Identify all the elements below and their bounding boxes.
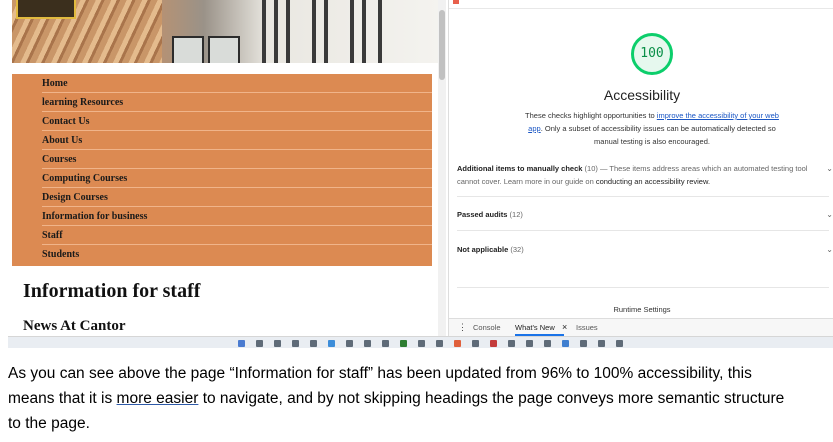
app-icon[interactable]: [580, 340, 587, 347]
app-icon[interactable]: [292, 340, 299, 347]
tab-console[interactable]: Console: [473, 323, 501, 332]
app-icon[interactable]: [508, 340, 515, 347]
app-icon[interactable]: [346, 340, 353, 347]
tab-issues[interactable]: Issues: [576, 323, 598, 332]
chevron-down-icon[interactable]: ⌄: [826, 245, 833, 254]
nav-item-staff[interactable]: Staff: [42, 226, 432, 245]
not-applicable-row[interactable]: Not applicable (32) ⌄: [457, 245, 833, 254]
site-nav: Home learning Resources Contact Us About…: [12, 74, 432, 266]
passed-audits-row[interactable]: Passed audits (12) ⌄: [457, 210, 833, 219]
app-icon[interactable]: [436, 340, 443, 347]
app-icon[interactable]: [382, 340, 389, 347]
runtime-settings[interactable]: Runtime Settings: [449, 305, 833, 314]
app-icon[interactable]: [472, 340, 479, 347]
devtools-drawer-tabs: ⋮ Console What's New × Issues: [449, 318, 833, 337]
app-icon[interactable]: [364, 340, 371, 347]
more-options-icon[interactable]: ⋮: [458, 322, 467, 333]
app-icon[interactable]: [598, 340, 605, 347]
nav-item-information-for-business[interactable]: Information for business: [42, 207, 432, 226]
site-logo: [16, 0, 76, 19]
nav-item-courses[interactable]: Courses: [42, 150, 432, 169]
nav-item-learning-resources[interactable]: learning Resources: [42, 93, 432, 112]
nav-item-computing-courses[interactable]: Computing Courses: [42, 169, 432, 188]
accessibility-review-link[interactable]: conducting an accessibility review: [596, 177, 708, 186]
close-icon[interactable]: ×: [562, 322, 567, 332]
app-icon[interactable]: [454, 340, 461, 347]
tab-whats-new[interactable]: What's New: [515, 323, 564, 336]
app-icon[interactable]: [310, 340, 317, 347]
underlined-phrase: more easier: [116, 390, 199, 407]
lighthouse-panel: 100 Accessibility These checks highlight…: [448, 0, 833, 348]
app-icon[interactable]: [256, 340, 263, 347]
app-icon[interactable]: [544, 340, 551, 347]
app-icon[interactable]: [238, 340, 245, 347]
page-title: Information for staff: [23, 280, 201, 302]
nav-item-home[interactable]: Home: [42, 74, 432, 93]
app-icon[interactable]: [616, 340, 623, 347]
nav-item-students[interactable]: Students: [42, 245, 432, 264]
nav-item-about-us[interactable]: About Us: [42, 131, 432, 150]
website-preview: Home learning Resources Contact Us About…: [8, 0, 438, 348]
manual-checks-row[interactable]: Additional items to manually check (10) …: [457, 162, 833, 188]
nav-item-design-courses[interactable]: Design Courses: [42, 188, 432, 207]
app-icon[interactable]: [400, 340, 407, 347]
app-icon[interactable]: [490, 340, 497, 347]
chevron-down-icon[interactable]: ⌄: [826, 210, 833, 219]
section-heading: News At Cantor: [23, 318, 126, 334]
nav-item-contact-us[interactable]: Contact Us: [42, 112, 432, 131]
chevron-down-icon[interactable]: ⌄: [826, 162, 833, 175]
caption-paragraph: As you can see above the page “Informati…: [8, 365, 785, 432]
taskbar: [8, 336, 833, 348]
category-description: These checks highlight opportunities to …: [525, 111, 779, 146]
score-gauge: 100: [631, 33, 673, 75]
app-icon[interactable]: [328, 340, 335, 347]
screenshot-image: Home learning Resources Contact Us About…: [8, 0, 833, 348]
category-title: Accessibility: [603, 87, 681, 103]
banner-image: [12, 0, 438, 63]
app-icon[interactable]: [562, 340, 569, 347]
page-scrollbar[interactable]: [438, 0, 446, 336]
app-icon[interactable]: [526, 340, 533, 347]
app-icon[interactable]: [274, 340, 281, 347]
app-icon[interactable]: [418, 340, 425, 347]
